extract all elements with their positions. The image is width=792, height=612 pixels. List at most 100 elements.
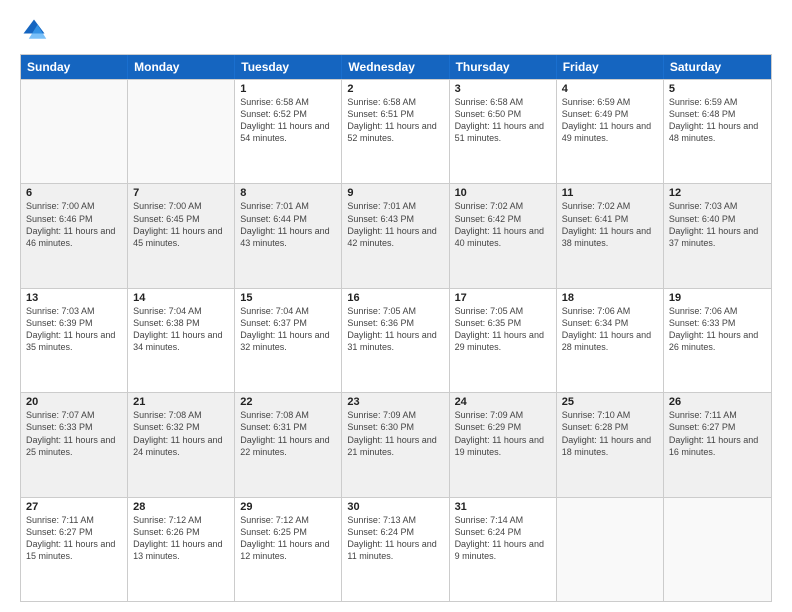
header-day-wednesday: Wednesday (342, 55, 449, 79)
day-detail: Sunrise: 7:03 AM Sunset: 6:39 PM Dayligh… (26, 305, 122, 354)
day-detail: Sunrise: 7:08 AM Sunset: 6:32 PM Dayligh… (133, 409, 229, 458)
calendar-cell: 10Sunrise: 7:02 AM Sunset: 6:42 PM Dayli… (450, 184, 557, 287)
day-detail: Sunrise: 6:58 AM Sunset: 6:52 PM Dayligh… (240, 96, 336, 145)
day-number: 2 (347, 83, 443, 95)
day-number: 28 (133, 501, 229, 513)
calendar-week-3: 13Sunrise: 7:03 AM Sunset: 6:39 PM Dayli… (21, 288, 771, 392)
day-number: 19 (669, 292, 766, 304)
day-number: 12 (669, 187, 766, 199)
calendar-week-5: 27Sunrise: 7:11 AM Sunset: 6:27 PM Dayli… (21, 497, 771, 601)
day-number: 13 (26, 292, 122, 304)
header-day-tuesday: Tuesday (235, 55, 342, 79)
calendar-cell: 18Sunrise: 7:06 AM Sunset: 6:34 PM Dayli… (557, 289, 664, 392)
calendar-cell (128, 80, 235, 183)
calendar-cell: 23Sunrise: 7:09 AM Sunset: 6:30 PM Dayli… (342, 393, 449, 496)
calendar-cell: 28Sunrise: 7:12 AM Sunset: 6:26 PM Dayli… (128, 498, 235, 601)
day-detail: Sunrise: 7:10 AM Sunset: 6:28 PM Dayligh… (562, 409, 658, 458)
day-detail: Sunrise: 7:00 AM Sunset: 6:45 PM Dayligh… (133, 200, 229, 249)
calendar-cell: 17Sunrise: 7:05 AM Sunset: 6:35 PM Dayli… (450, 289, 557, 392)
day-number: 15 (240, 292, 336, 304)
day-number: 20 (26, 396, 122, 408)
day-number: 23 (347, 396, 443, 408)
day-number: 21 (133, 396, 229, 408)
day-detail: Sunrise: 7:07 AM Sunset: 6:33 PM Dayligh… (26, 409, 122, 458)
day-number: 11 (562, 187, 658, 199)
calendar-cell: 21Sunrise: 7:08 AM Sunset: 6:32 PM Dayli… (128, 393, 235, 496)
day-detail: Sunrise: 6:58 AM Sunset: 6:50 PM Dayligh… (455, 96, 551, 145)
calendar: SundayMondayTuesdayWednesdayThursdayFrid… (20, 54, 772, 602)
day-number: 3 (455, 83, 551, 95)
calendar-cell: 8Sunrise: 7:01 AM Sunset: 6:44 PM Daylig… (235, 184, 342, 287)
day-detail: Sunrise: 7:04 AM Sunset: 6:37 PM Dayligh… (240, 305, 336, 354)
calendar-cell: 27Sunrise: 7:11 AM Sunset: 6:27 PM Dayli… (21, 498, 128, 601)
day-detail: Sunrise: 7:12 AM Sunset: 6:25 PM Dayligh… (240, 514, 336, 563)
day-number: 4 (562, 83, 658, 95)
day-detail: Sunrise: 7:08 AM Sunset: 6:31 PM Dayligh… (240, 409, 336, 458)
day-detail: Sunrise: 7:09 AM Sunset: 6:29 PM Dayligh… (455, 409, 551, 458)
calendar-cell (557, 498, 664, 601)
calendar-cell: 19Sunrise: 7:06 AM Sunset: 6:33 PM Dayli… (664, 289, 771, 392)
calendar-cell: 7Sunrise: 7:00 AM Sunset: 6:45 PM Daylig… (128, 184, 235, 287)
day-detail: Sunrise: 6:58 AM Sunset: 6:51 PM Dayligh… (347, 96, 443, 145)
day-number: 31 (455, 501, 551, 513)
calendar-cell (21, 80, 128, 183)
calendar-cell: 4Sunrise: 6:59 AM Sunset: 6:49 PM Daylig… (557, 80, 664, 183)
calendar-cell: 6Sunrise: 7:00 AM Sunset: 6:46 PM Daylig… (21, 184, 128, 287)
header-day-monday: Monday (128, 55, 235, 79)
calendar-cell (664, 498, 771, 601)
calendar-cell: 30Sunrise: 7:13 AM Sunset: 6:24 PM Dayli… (342, 498, 449, 601)
logo (20, 16, 52, 44)
day-number: 7 (133, 187, 229, 199)
calendar-cell: 12Sunrise: 7:03 AM Sunset: 6:40 PM Dayli… (664, 184, 771, 287)
calendar-cell: 20Sunrise: 7:07 AM Sunset: 6:33 PM Dayli… (21, 393, 128, 496)
calendar-cell: 14Sunrise: 7:04 AM Sunset: 6:38 PM Dayli… (128, 289, 235, 392)
day-detail: Sunrise: 7:01 AM Sunset: 6:43 PM Dayligh… (347, 200, 443, 249)
day-number: 24 (455, 396, 551, 408)
day-number: 9 (347, 187, 443, 199)
day-number: 18 (562, 292, 658, 304)
day-detail: Sunrise: 7:05 AM Sunset: 6:36 PM Dayligh… (347, 305, 443, 354)
day-detail: Sunrise: 7:13 AM Sunset: 6:24 PM Dayligh… (347, 514, 443, 563)
day-number: 1 (240, 83, 336, 95)
calendar-cell: 15Sunrise: 7:04 AM Sunset: 6:37 PM Dayli… (235, 289, 342, 392)
day-detail: Sunrise: 7:11 AM Sunset: 6:27 PM Dayligh… (26, 514, 122, 563)
day-number: 27 (26, 501, 122, 513)
day-detail: Sunrise: 7:01 AM Sunset: 6:44 PM Dayligh… (240, 200, 336, 249)
calendar-cell: 24Sunrise: 7:09 AM Sunset: 6:29 PM Dayli… (450, 393, 557, 496)
calendar-cell: 9Sunrise: 7:01 AM Sunset: 6:43 PM Daylig… (342, 184, 449, 287)
day-number: 30 (347, 501, 443, 513)
day-number: 16 (347, 292, 443, 304)
day-detail: Sunrise: 7:02 AM Sunset: 6:41 PM Dayligh… (562, 200, 658, 249)
day-number: 17 (455, 292, 551, 304)
calendar-week-1: 1Sunrise: 6:58 AM Sunset: 6:52 PM Daylig… (21, 79, 771, 183)
day-detail: Sunrise: 7:11 AM Sunset: 6:27 PM Dayligh… (669, 409, 766, 458)
calendar-cell: 29Sunrise: 7:12 AM Sunset: 6:25 PM Dayli… (235, 498, 342, 601)
day-detail: Sunrise: 6:59 AM Sunset: 6:49 PM Dayligh… (562, 96, 658, 145)
calendar-header: SundayMondayTuesdayWednesdayThursdayFrid… (21, 55, 771, 79)
calendar-cell: 13Sunrise: 7:03 AM Sunset: 6:39 PM Dayli… (21, 289, 128, 392)
day-number: 10 (455, 187, 551, 199)
page: SundayMondayTuesdayWednesdayThursdayFrid… (0, 0, 792, 612)
day-detail: Sunrise: 7:00 AM Sunset: 6:46 PM Dayligh… (26, 200, 122, 249)
calendar-body: 1Sunrise: 6:58 AM Sunset: 6:52 PM Daylig… (21, 79, 771, 601)
calendar-cell: 3Sunrise: 6:58 AM Sunset: 6:50 PM Daylig… (450, 80, 557, 183)
day-number: 14 (133, 292, 229, 304)
logo-icon (20, 16, 48, 44)
day-number: 26 (669, 396, 766, 408)
day-detail: Sunrise: 7:12 AM Sunset: 6:26 PM Dayligh… (133, 514, 229, 563)
day-number: 25 (562, 396, 658, 408)
calendar-cell: 2Sunrise: 6:58 AM Sunset: 6:51 PM Daylig… (342, 80, 449, 183)
day-detail: Sunrise: 6:59 AM Sunset: 6:48 PM Dayligh… (669, 96, 766, 145)
day-number: 5 (669, 83, 766, 95)
day-number: 8 (240, 187, 336, 199)
day-number: 22 (240, 396, 336, 408)
day-detail: Sunrise: 7:05 AM Sunset: 6:35 PM Dayligh… (455, 305, 551, 354)
day-detail: Sunrise: 7:02 AM Sunset: 6:42 PM Dayligh… (455, 200, 551, 249)
day-detail: Sunrise: 7:09 AM Sunset: 6:30 PM Dayligh… (347, 409, 443, 458)
day-number: 6 (26, 187, 122, 199)
calendar-cell: 22Sunrise: 7:08 AM Sunset: 6:31 PM Dayli… (235, 393, 342, 496)
header-day-friday: Friday (557, 55, 664, 79)
calendar-week-4: 20Sunrise: 7:07 AM Sunset: 6:33 PM Dayli… (21, 392, 771, 496)
day-detail: Sunrise: 7:14 AM Sunset: 6:24 PM Dayligh… (455, 514, 551, 563)
header-day-sunday: Sunday (21, 55, 128, 79)
